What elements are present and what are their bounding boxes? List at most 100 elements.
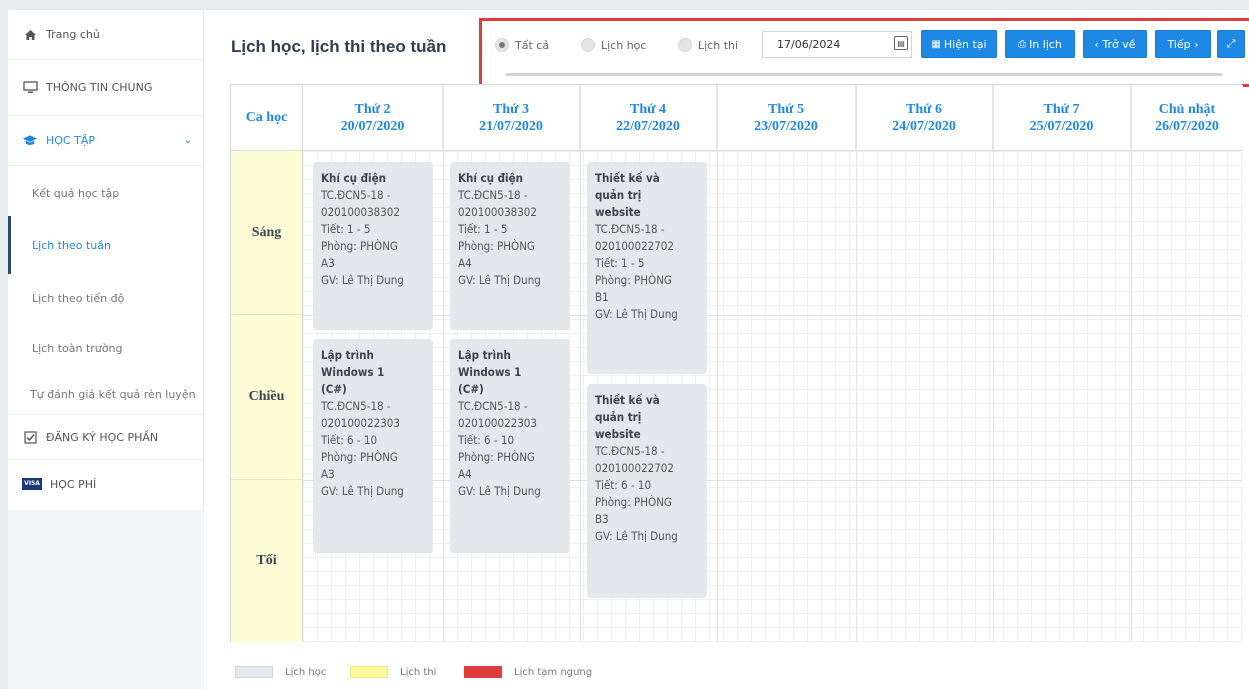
monitor-icon — [22, 81, 38, 95]
sidebar-item-label: THÔNG TIN CHUNG — [46, 81, 153, 94]
date-input[interactable]: 17/06/2024 — [762, 31, 912, 58]
card-line: GV: Lê Thị Dung — [595, 529, 678, 543]
sidebar-item-general-info[interactable]: THÔNG TIN CHUNG — [8, 60, 204, 116]
day-name: Thứ 2 — [354, 102, 391, 117]
radio-unselected-icon — [581, 38, 595, 52]
column-divider — [443, 85, 444, 642]
card-line: GV: Lê Thị Dung — [321, 273, 404, 287]
shift-divider — [303, 480, 1242, 481]
card-line: TC.ĐCN5-18 - — [321, 399, 391, 413]
sidebar-item-home[interactable]: Trang chủ — [8, 10, 204, 60]
sidebar-subitem-progress-schedule[interactable]: Lịch theo tiến độ — [8, 274, 204, 322]
card-line: Phòng: PHÒNG — [595, 495, 672, 509]
radio-selected-icon — [495, 38, 509, 52]
card-title: Khí cụ điện — [458, 171, 523, 185]
filter-all-radio[interactable]: Tất cả — [495, 33, 549, 57]
card-line: Phòng: PHÒNG — [595, 273, 672, 287]
card-line: B1 — [595, 290, 609, 304]
sidebar-item-study[interactable]: HỌC TẬP ⌄ — [8, 116, 204, 166]
shift-divider — [303, 315, 1242, 316]
sidebar-subitem-label: Lịch theo tiến độ — [32, 291, 125, 305]
print-button[interactable]: ⎙ In lịch — [1005, 30, 1075, 58]
day-name: Thứ 4 — [629, 102, 667, 117]
filter-study-radio[interactable]: Lịch học — [581, 33, 646, 57]
card-line: GV: Lê Thị Dung — [458, 484, 541, 498]
sidebar-subitem-label: Lịch toàn trường — [32, 341, 123, 355]
class-card[interactable]: Khí cụ điện TC.ĐCN5-18 - 020100038302 Ti… — [450, 162, 570, 330]
class-card[interactable]: Lập trình Windows 1 (C#) TC.ĐCN5-18 - 02… — [450, 339, 570, 553]
back-button-label: ‹ Trở về — [1094, 37, 1136, 51]
radio-unselected-icon — [678, 38, 692, 52]
sidebar-subitem-school-schedule[interactable]: Lịch toàn trường — [8, 322, 204, 374]
card-line: Tiết: 1 - 5 — [595, 256, 645, 270]
sidebar-item-label: ĐĂNG KÝ HỌC PHẦN — [46, 430, 159, 444]
calendar-icon: ▦ — [931, 38, 941, 50]
calendar-icon[interactable]: ▤ — [894, 36, 908, 50]
legend-suspended: Lịch tạm ngưng — [464, 665, 592, 679]
page-title: Lịch học, lịch thi theo tuần — [231, 37, 447, 56]
sidebar-subitem-label: Lịch theo tuần — [32, 238, 111, 252]
day-header: Thứ 7 25/07/2020 — [993, 85, 1131, 151]
current-button[interactable]: ▦ Hiện tại — [921, 30, 997, 58]
card-line: GV: Lê Thị Dung — [321, 484, 404, 498]
next-button[interactable]: Tiếp › — [1155, 30, 1211, 58]
day-name: Chủ nhật — [1158, 102, 1216, 117]
day-header: Thứ 5 23/07/2020 — [717, 85, 856, 151]
sidebar-item-tuition[interactable]: VISA HỌC PHÍ — [8, 460, 204, 508]
sidebar-item-course-registration[interactable]: ĐĂNG KÝ HỌC PHẦN — [8, 414, 204, 460]
day-header: Chủ nhật 26/07/2020 — [1131, 85, 1243, 151]
filter-all-label: Tất cả — [515, 38, 550, 52]
sidebar-subitem-self-assessment[interactable]: Tự đánh giá kết quả rèn luyện — [8, 374, 204, 414]
shift-morning: Sáng — [231, 151, 303, 315]
shift-evening: Tối — [231, 480, 303, 642]
toolbar-scrollbar[interactable] — [506, 73, 1222, 76]
class-card[interactable]: Thiết kế và quản trị website TC.ĐCN5-18 … — [587, 162, 707, 374]
card-title: Khí cụ điện — [321, 171, 386, 185]
day-date: 23/07/2020 — [754, 119, 818, 134]
class-card[interactable]: Lập trình Windows 1 (C#) TC.ĐCN5-18 - 02… — [313, 339, 433, 553]
expand-icon: ⤢ — [1226, 37, 1236, 50]
card-line: Tiết: 1 - 5 — [321, 222, 371, 236]
shift-afternoon: Chiều — [231, 315, 303, 480]
card-line: Phòng: PHÒNG — [458, 239, 535, 253]
day-date: 24/07/2020 — [892, 119, 956, 134]
card-line: A4 — [458, 467, 472, 481]
sidebar-subitem-results[interactable]: Kết quả học tập — [8, 170, 204, 216]
graduation-cap-icon — [22, 134, 38, 148]
column-divider — [856, 85, 857, 642]
column-divider — [717, 85, 718, 642]
sidebar-empty-area — [8, 510, 204, 689]
legend-swatch — [235, 666, 273, 678]
card-line: 020100022702 — [595, 461, 674, 475]
card-line: A3 — [321, 467, 335, 481]
next-button-label: Tiếp › — [1167, 37, 1199, 51]
legend-exam: Lịch thi — [350, 665, 436, 679]
date-value: 17/06/2024 — [777, 38, 841, 51]
chevron-down-icon[interactable]: ⌄ — [184, 135, 192, 146]
credit-card-icon: VISA — [22, 478, 42, 490]
filter-exam-radio[interactable]: Lịch thi — [678, 33, 738, 57]
expand-button[interactable]: ⤢ — [1217, 30, 1245, 58]
class-card[interactable]: Khí cụ điện TC.ĐCN5-18 - 020100038302 Ti… — [313, 162, 433, 330]
class-card[interactable]: Thiết kế và quản trị website TC.ĐCN5-18 … — [587, 384, 707, 598]
sidebar-subitem-label: Kết quả học tập — [32, 186, 120, 200]
print-icon: ⎙ — [1018, 38, 1027, 50]
back-button[interactable]: ‹ Trở về — [1083, 30, 1147, 58]
card-line: TC.ĐCN5-18 - — [595, 444, 665, 458]
card-line: TC.ĐCN5-18 - — [595, 222, 665, 236]
day-name: Thứ 5 — [767, 102, 805, 117]
card-line: 020100038302 — [458, 205, 537, 219]
card-title: Lập trình Windows 1 (C#) — [458, 348, 522, 396]
day-header: Thứ 3 21/07/2020 — [443, 85, 580, 151]
filter-study-label: Lịch học — [601, 38, 647, 52]
card-title: Thiết kế và quản trị website — [595, 171, 660, 219]
day-date: 25/07/2020 — [1029, 119, 1094, 134]
filter-exam-label: Lịch thi — [698, 38, 739, 52]
card-line: Tiết: 6 - 10 — [595, 478, 652, 492]
card-line: TC.ĐCN5-18 - — [458, 399, 528, 413]
legend-label: Lịch học — [285, 666, 327, 678]
current-button-label: Hiện tại — [943, 37, 987, 51]
sidebar-subitem-weekly-schedule[interactable]: Lịch theo tuần — [8, 216, 204, 274]
card-line: Phòng: PHÒNG — [321, 239, 398, 253]
legend-swatch — [464, 666, 502, 678]
